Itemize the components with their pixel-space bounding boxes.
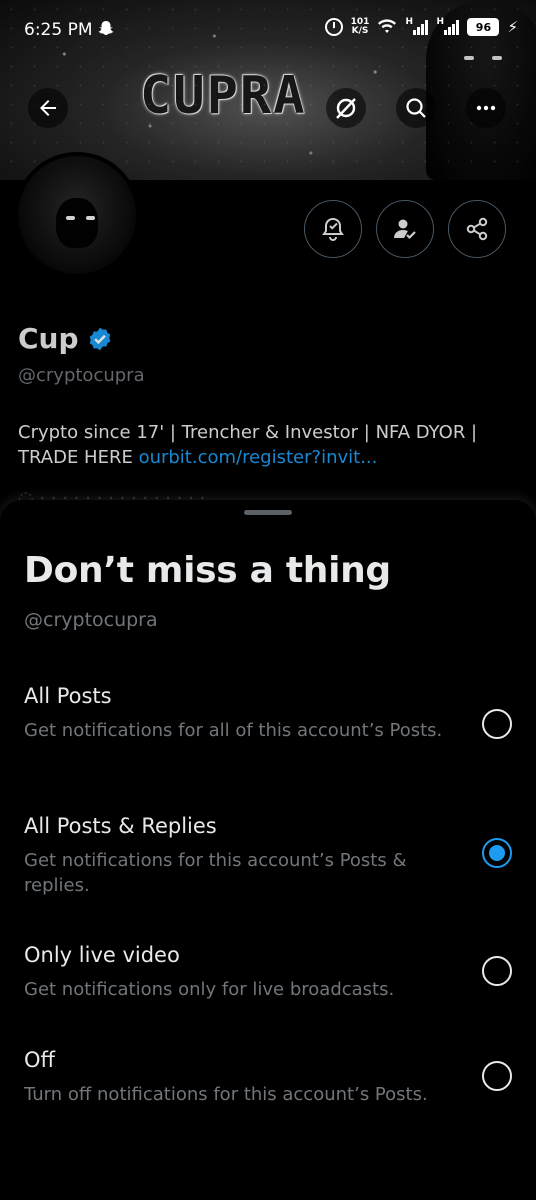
charging-bolt-icon: ⚡ xyxy=(507,18,518,36)
battery-icon: 96 xyxy=(467,18,500,36)
option-title: Only live video xyxy=(24,943,180,967)
option-description: Turn off notifications for this account’… xyxy=(24,1084,428,1105)
option-description: Get notifications for this account’s Pos… xyxy=(24,850,407,896)
option-all-posts[interactable]: All Posts Get notifications for all of t… xyxy=(0,684,536,774)
more-button[interactable] xyxy=(466,88,506,128)
option-title: All Posts xyxy=(24,684,112,708)
grok-icon xyxy=(336,98,356,119)
alarm-icon xyxy=(324,18,343,36)
notification-settings-sheet: Don’t miss a thing @cryptocupra All Post… xyxy=(0,500,536,1200)
dim-overlay xyxy=(0,0,536,510)
search-icon xyxy=(406,98,426,118)
net-speed: 101 K/S xyxy=(350,17,370,36)
sheet-handle: @cryptocupra xyxy=(24,609,158,631)
radio-all-posts-replies[interactable] xyxy=(482,838,512,868)
option-title: All Posts & Replies xyxy=(24,814,217,838)
snapchat-icon xyxy=(98,21,114,35)
cell-signal-icon-1: H xyxy=(405,17,429,35)
option-description: Get notifications for all of this accoun… xyxy=(24,720,443,741)
status-time: 6:25 PM xyxy=(24,20,93,40)
wifi-icon xyxy=(378,19,397,33)
search-button[interactable] xyxy=(396,88,436,128)
sheet-drag-handle[interactable] xyxy=(244,510,292,515)
sheet-title: Don’t miss a thing xyxy=(24,550,391,591)
option-only-live-video[interactable]: Only live video Get notifications only f… xyxy=(0,943,536,1013)
arrow-left-icon xyxy=(40,100,56,116)
radio-all-posts[interactable] xyxy=(482,709,512,739)
option-all-posts-replies[interactable]: All Posts & Replies Get notifications fo… xyxy=(0,814,536,904)
option-off[interactable]: Off Turn off notifications for this acco… xyxy=(0,1048,536,1118)
option-title: Off xyxy=(24,1048,55,1072)
back-button[interactable] xyxy=(28,88,68,128)
option-description: Get notifications only for live broadcas… xyxy=(24,979,395,1000)
more-dots-icon xyxy=(476,105,496,111)
status-bar: 6:25 PM 101 K/S H H 96 ⚡ xyxy=(0,0,536,62)
radio-only-live-video[interactable] xyxy=(482,956,512,986)
radio-off[interactable] xyxy=(482,1061,512,1091)
grok-button[interactable] xyxy=(326,88,366,128)
cell-signal-icon-2: H xyxy=(436,17,460,35)
